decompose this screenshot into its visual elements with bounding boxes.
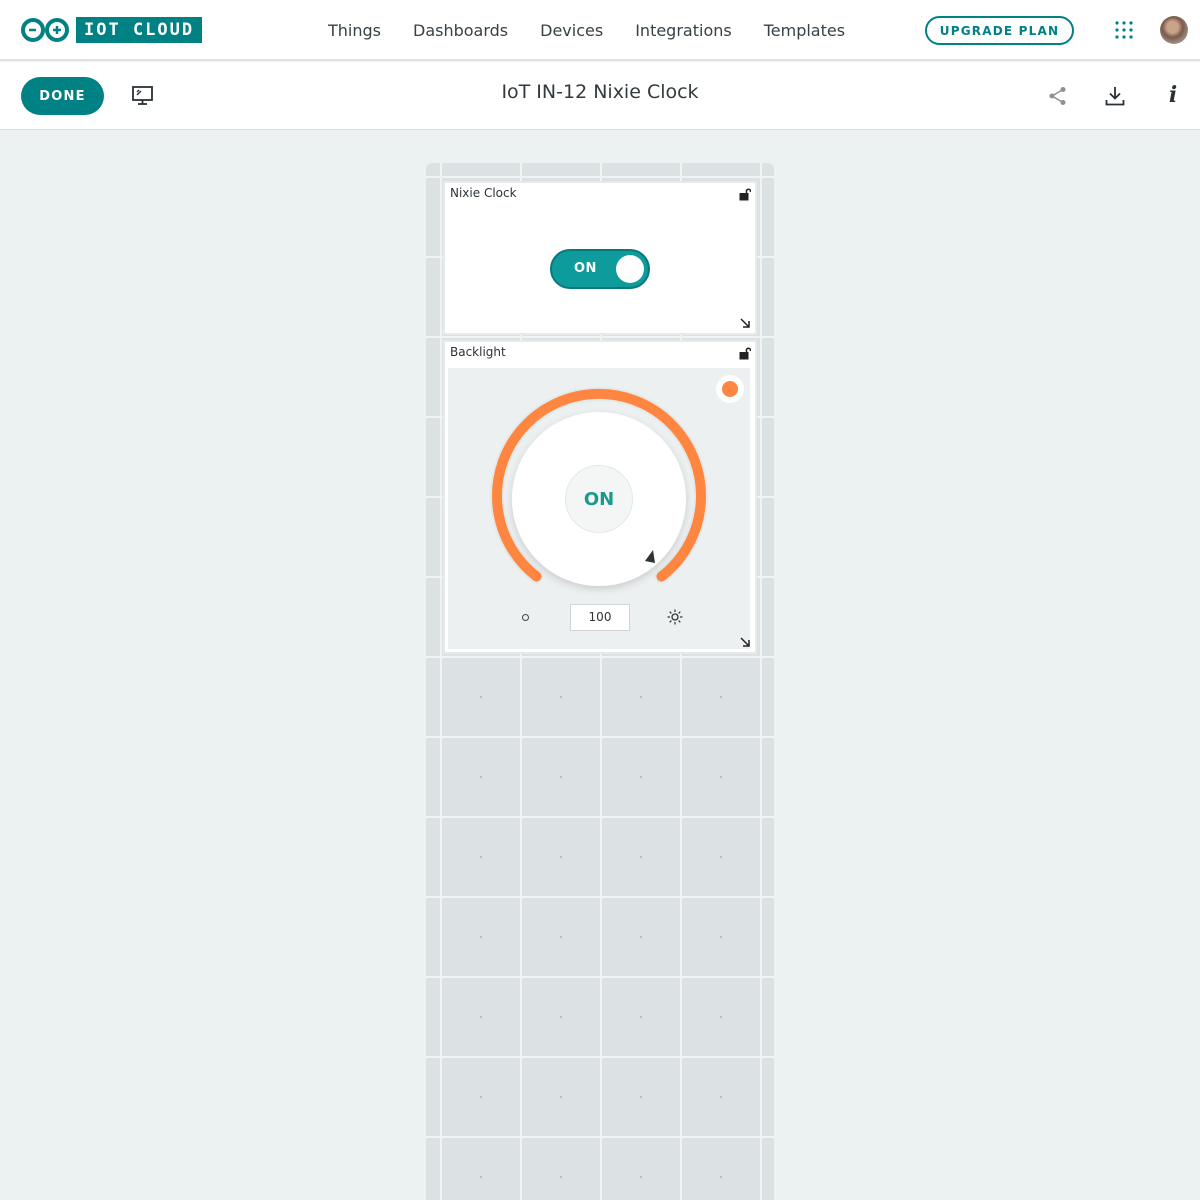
download-icon[interactable] (1105, 86, 1125, 106)
main-nav: Things Dashboards Devices Integrations T… (328, 0, 877, 60)
widget-title: Backlight (450, 345, 506, 359)
dimmer-widget[interactable]: Backlight ON 100 (443, 340, 757, 654)
dashboard-title: IoT IN-12 Nixie Clock (501, 81, 699, 103)
nav-devices[interactable]: Devices (540, 21, 603, 40)
power-toggle[interactable]: ON (550, 249, 650, 289)
logo-text: IOT CLOUD (76, 17, 203, 43)
lock-icon[interactable] (739, 346, 751, 360)
info-icon[interactable]: i (1166, 82, 1180, 108)
toggle-knob (616, 255, 644, 283)
nav-integrations[interactable]: Integrations (635, 21, 732, 40)
logo[interactable]: IOT CLOUD (20, 17, 203, 43)
nav-things[interactable]: Things (328, 21, 381, 40)
apps-grid-icon[interactable] (1115, 21, 1133, 39)
toggle-label: ON (574, 261, 597, 276)
widget-title: Nixie Clock (450, 186, 517, 200)
dimmer-power-button[interactable]: ON (565, 465, 633, 533)
brightness-low-icon (522, 614, 529, 621)
resize-icon[interactable] (739, 636, 751, 648)
resize-icon[interactable] (739, 317, 751, 329)
brightness-value-input[interactable]: 100 (570, 604, 630, 631)
user-avatar[interactable] (1160, 16, 1188, 44)
dashboard-header: DONE IoT IN-12 Nixie Clock i (0, 62, 1200, 130)
dimmer-control: ON 100 (448, 368, 750, 649)
share-icon[interactable] (1048, 86, 1068, 106)
brightness-high-icon (667, 609, 683, 625)
nav-templates[interactable]: Templates (764, 21, 845, 40)
status-indicator (716, 375, 744, 403)
dashboard-canvas: Nixie Clock ON Backlight ON 100 (426, 163, 774, 1200)
switch-widget[interactable]: Nixie Clock ON (443, 181, 757, 335)
arduino-logo-icon (20, 17, 70, 43)
upgrade-plan-button[interactable]: UPGRADE PLAN (925, 16, 1074, 45)
lock-icon[interactable] (739, 187, 751, 201)
top-navbar: IOT CLOUD Things Dashboards Devices Inte… (0, 0, 1200, 61)
nav-dashboards[interactable]: Dashboards (413, 21, 508, 40)
